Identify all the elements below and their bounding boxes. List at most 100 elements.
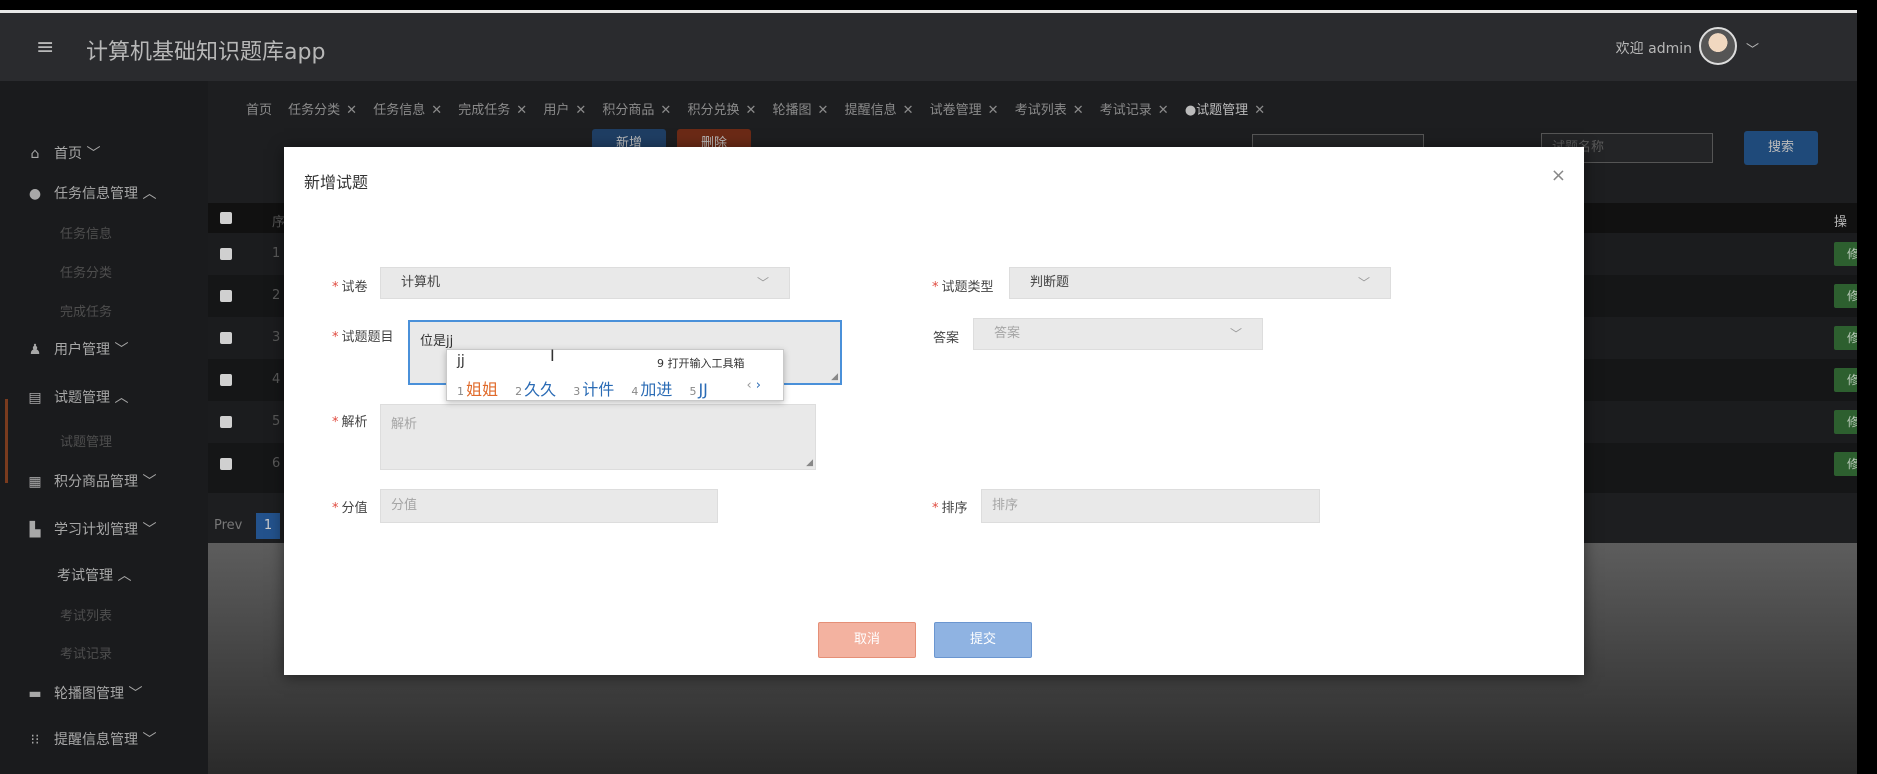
sidebar-item-question-mgmt[interactable]: ▤ 试题管理 ︿ [26, 387, 128, 407]
chevron-down-icon: ﹀ [756, 276, 769, 290]
pager-prev[interactable]: Prev [214, 518, 242, 533]
sidebar-sub-question-mgmt[interactable]: 试题管理 [60, 431, 112, 450]
tab-points-goods[interactable]: 积分商品 ✕ [602, 99, 671, 118]
edit-button[interactable]: 修改 [1834, 242, 1857, 266]
row-checkbox[interactable] [220, 290, 232, 302]
chevron-down-icon: ﹀ [1357, 276, 1370, 290]
sidebar-item-carousel[interactable]: ▬ 轮播图管理 ﹀ [26, 683, 142, 703]
resize-handle-icon[interactable]: ◢ [831, 372, 838, 382]
sidebar-item-task-info-mgmt[interactable]: ● 任务信息管理 ︿ [26, 183, 157, 203]
sidebar-sub-exam-record[interactable]: 考试记录 [60, 643, 112, 662]
ime-candidate[interactable]: 4 加进 [631, 380, 672, 399]
sidebar-item-exam-mgmt[interactable]: 考试管理 ︿ [57, 565, 131, 585]
close-icon[interactable]: ✕ [1254, 103, 1265, 118]
tab-exam-record[interactable]: 考试记录 ✕ [1100, 99, 1169, 118]
sidebar-item-user-mgmt[interactable]: ♟ 用户管理 ﹀ [26, 339, 129, 359]
close-icon[interactable]: ✕ [903, 103, 914, 118]
dialog-title: 新增试题 [304, 173, 369, 192]
tab-paper-mgmt[interactable]: 试卷管理 ✕ [930, 99, 999, 118]
question-type-select[interactable]: 判断题 ﹀ [1009, 267, 1391, 299]
row-checkbox[interactable] [220, 332, 232, 344]
sidebar-sub-task-info[interactable]: 任务信息 [60, 223, 112, 242]
row-number: 1 [272, 246, 281, 261]
ime-candidate[interactable]: 2 久久 [515, 380, 556, 399]
sidebar-item-points-goods[interactable]: ▦ 积分商品管理 ﹀ [26, 471, 156, 491]
ime-page-nav[interactable]: ‹ › [746, 378, 761, 393]
tab-completed-task[interactable]: 完成任务 ✕ [458, 99, 527, 118]
search-button[interactable]: 搜索 [1744, 131, 1818, 165]
tab-home[interactable]: 首页 [246, 99, 272, 118]
score-input[interactable]: 分值 [380, 489, 718, 523]
tab-exam-list[interactable]: 考试列表 ✕ [1015, 99, 1084, 118]
close-icon[interactable]: ✕ [1073, 103, 1084, 118]
close-icon[interactable]: ✕ [516, 103, 527, 118]
chevron-down-icon[interactable]: ﹀ [1746, 39, 1759, 58]
sidebar-sub-exam-list[interactable]: 考试列表 [60, 605, 112, 624]
sidebar-active-indicator [5, 399, 8, 483]
score-label: * 分值 [332, 501, 368, 516]
row-checkbox[interactable] [220, 248, 232, 260]
home-icon: ⌂ [30, 146, 40, 162]
cancel-button[interactable]: 取消 [818, 622, 916, 658]
sidebar-item-home[interactable]: ⌂ 首页 ﹀ [26, 143, 101, 163]
app-header: ≡ 计算机基础知识题库app 欢迎 admin ﹀ [0, 13, 1857, 81]
close-icon[interactable]: ✕ [745, 103, 756, 118]
welcome-text: 欢迎 admin [1615, 41, 1692, 57]
order-input[interactable]: 排序 [981, 489, 1320, 523]
tab-task-category[interactable]: 任务分类 ✕ [288, 99, 357, 118]
plan-icon: ▙ [29, 522, 41, 538]
analysis-textarea[interactable]: 解析 ◢ [380, 404, 816, 470]
submit-button[interactable]: 提交 [934, 622, 1032, 658]
close-icon[interactable]: ✕ [818, 103, 829, 118]
edit-button[interactable]: 修改 [1834, 368, 1857, 392]
close-icon[interactable]: ✕ [431, 103, 442, 118]
tab-reminder[interactable]: 提醒信息 ✕ [845, 99, 914, 118]
select-all-checkbox[interactable] [220, 212, 232, 224]
menu-icon[interactable]: ≡ [36, 35, 54, 60]
close-icon[interactable]: ✕ [988, 103, 999, 118]
close-icon[interactable]: ✕ [660, 103, 671, 118]
sidebar-sub-completed-task[interactable]: 完成任务 [60, 301, 112, 320]
answer-select[interactable]: 答案 ﹀ [973, 318, 1263, 350]
sidebar-sub-task-category[interactable]: 任务分类 [60, 262, 112, 281]
edit-button[interactable]: 修改 [1834, 410, 1857, 434]
edit-button[interactable]: 修改 [1834, 326, 1857, 350]
app-title: 计算机基础知识题库app [86, 40, 326, 65]
row-number: 5 [272, 414, 281, 429]
row-checkbox[interactable] [220, 416, 232, 428]
sidebar: ⌂ 首页 ﹀ ● 任务信息管理 ︿ 任务信息 任务分类 完成任务 ♟ 用户管理 ﹀ ▤… [0, 81, 208, 774]
chevron-right-icon: › [755, 378, 761, 393]
row-checkbox[interactable] [220, 458, 232, 470]
answer-label: 答案 [933, 331, 960, 346]
row-checkbox[interactable] [220, 374, 232, 386]
tab-task-info[interactable]: 任务信息 ✕ [373, 99, 442, 118]
paper-select[interactable]: 计算机 ﹀ [380, 267, 790, 299]
pager-page[interactable]: 1 [256, 513, 280, 539]
tab-carousel[interactable]: 轮播图 ✕ [773, 99, 829, 118]
tab-user[interactable]: 用户 ✕ [543, 99, 586, 118]
ime-candidate[interactable]: 1 姐姐 [457, 380, 498, 399]
list-icon: ▬ [28, 686, 42, 702]
sidebar-item-reminder[interactable]: ⁝⁝ 提醒信息管理 ﹀ [26, 729, 157, 749]
ime-candidate[interactable]: 3 计件 [573, 380, 614, 399]
user-icon: ♟ [28, 342, 42, 358]
edit-button[interactable]: 修改 [1834, 452, 1857, 476]
question-type-label: * 试题类型 [932, 280, 994, 295]
tab-points-exchange[interactable]: 积分兑换 ✕ [687, 99, 756, 118]
tab-question-mgmt[interactable]: ●试题管理 ✕ [1185, 99, 1265, 118]
close-icon[interactable]: ✕ [346, 103, 357, 118]
tab-bar: 首页 任务分类 ✕ 任务信息 ✕ 完成任务 ✕ 用户 ✕ 积分商品 ✕ 积分兑换 ✕ 轮播图… [246, 99, 1277, 118]
apps-icon: ⁝⁝ [30, 732, 40, 748]
edit-button[interactable]: 修改 [1834, 284, 1857, 308]
close-icon[interactable]: ✕ [1158, 103, 1169, 118]
ime-candidate[interactable]: 5 JJ [689, 380, 707, 399]
sidebar-item-study-plan[interactable]: ▙ 学习计划管理 ﹀ [26, 519, 157, 539]
close-icon[interactable]: × [1551, 165, 1566, 186]
avatar[interactable] [1699, 27, 1737, 65]
close-icon[interactable]: ✕ [575, 103, 586, 118]
archive-icon: ▤ [28, 390, 42, 406]
resize-handle-icon[interactable]: ◢ [806, 458, 813, 468]
ime-toolbox-link[interactable]: 9 打开输入工具箱 [657, 355, 745, 371]
row-number: 3 [272, 330, 281, 345]
chevron-left-icon: ‹ [746, 378, 752, 393]
